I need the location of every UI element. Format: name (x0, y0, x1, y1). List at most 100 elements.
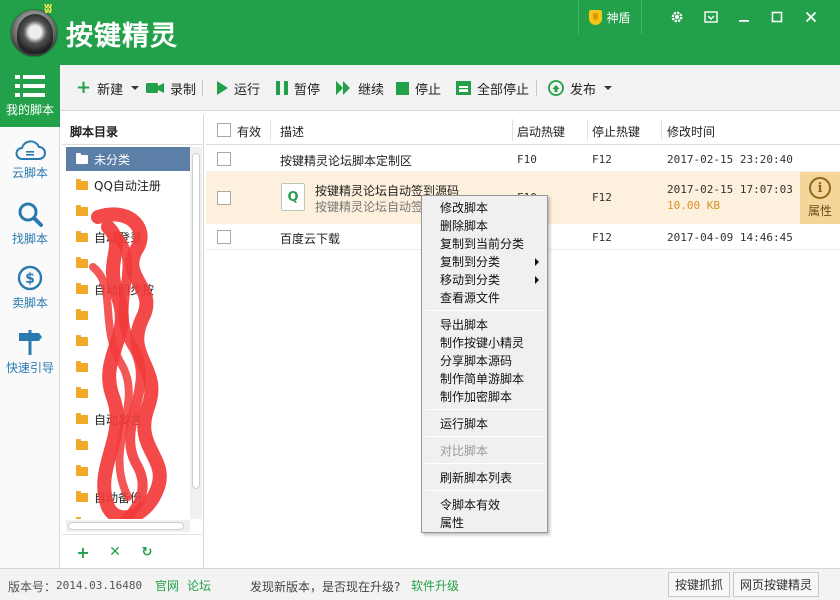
menu-item-make-encrypted[interactable]: 制作加密脚本 (424, 388, 545, 406)
stop-button[interactable]: 停止 (396, 77, 441, 99)
menu-item-run-script[interactable]: 运行脚本 (424, 415, 545, 433)
category-item[interactable]: 未分类 (66, 147, 192, 171)
key-capture-button[interactable]: 按键抓抓 (668, 572, 731, 597)
menu-icon[interactable] (694, 0, 727, 34)
maximize-icon[interactable] (760, 0, 793, 34)
menu-separator (425, 310, 544, 311)
category-item[interactable]: QQ自动注册 (66, 173, 192, 197)
delete-category-icon[interactable]: ✕ (106, 543, 124, 561)
category-item[interactable] (66, 459, 192, 483)
table-header: 有效 描述 启动热键 停止热键 修改时间 (206, 115, 840, 145)
forum-link[interactable]: 论坛 (187, 577, 211, 594)
column-header-start-hotkey[interactable]: 启动热键 (517, 123, 565, 140)
category-item[interactable] (66, 511, 192, 519)
category-item[interactable] (66, 329, 192, 353)
menu-item-refresh-list[interactable]: 刷新脚本列表 (424, 469, 545, 487)
menu-item-share-source[interactable]: 分享脚本源码 (424, 352, 545, 370)
category-item[interactable]: 自动登录 (66, 225, 192, 249)
menu-separator (425, 409, 544, 410)
minimize-icon[interactable] (727, 0, 760, 34)
plus-icon: + (76, 77, 92, 98)
nav-my-scripts[interactable]: 我的脚本 (0, 65, 60, 127)
resume-button[interactable]: 继续 (336, 77, 384, 99)
menu-separator (425, 490, 544, 491)
record-button[interactable]: 录制 (146, 77, 196, 99)
nav-find-scripts[interactable]: 找脚本 (0, 195, 60, 253)
version-number: 2014.03.16480 (56, 579, 143, 592)
menu-item-make-simple-game[interactable]: 制作简单游脚本 (424, 370, 545, 388)
column-header-description[interactable]: 描述 (280, 123, 304, 140)
row-checkbox[interactable] (217, 230, 231, 244)
folder-icon (76, 230, 88, 242)
category-item[interactable] (66, 355, 192, 379)
folder-icon (76, 256, 88, 268)
shield-label: 神盾 (606, 10, 631, 25)
stop-icon (396, 81, 409, 95)
nav-cloud-scripts[interactable]: 云脚本 (0, 131, 60, 189)
nav-quick-guide[interactable]: 快速引导 (0, 323, 60, 381)
column-header-valid[interactable]: 有效 (237, 123, 261, 140)
select-all-checkbox[interactable] (217, 123, 231, 137)
app-title: 按键精灵 (66, 21, 178, 52)
category-item[interactable] (66, 199, 192, 223)
column-header-modified-time[interactable]: 修改时间 (667, 123, 715, 140)
upgrade-link[interactable]: 软件升级 (411, 577, 459, 594)
menu-item-export-script[interactable]: 导出脚本 (424, 316, 545, 334)
pause-button[interactable]: 暂停 (276, 77, 320, 99)
tree-footer: + ✕ ↻ (62, 534, 204, 568)
gear-icon[interactable] (660, 0, 693, 34)
category-item[interactable] (66, 381, 192, 405)
official-site-link[interactable]: 官网 (155, 577, 179, 594)
search-icon (18, 202, 43, 227)
list-icon (15, 75, 45, 97)
category-item[interactable] (66, 251, 192, 275)
menu-item-make-valid[interactable]: 令脚本有效 (424, 496, 545, 514)
tree-vertical-scrollbar[interactable] (190, 147, 202, 519)
info-icon: i (809, 177, 831, 199)
script-directory-title: 脚本目录 (62, 115, 204, 145)
toolbar-divider (202, 80, 203, 96)
shield-button[interactable]: 神盾 (578, 0, 642, 34)
menu-item-edit-script[interactable]: 修改脚本 (424, 199, 545, 217)
folder-icon (76, 464, 88, 476)
menu-item-properties[interactable]: 属性 (424, 514, 545, 532)
version-label: 版本号： (8, 580, 57, 594)
run-button[interactable]: 运行 (216, 77, 260, 99)
add-category-icon[interactable]: + (74, 543, 92, 562)
close-icon[interactable] (794, 0, 827, 34)
folder-icon (76, 334, 88, 346)
row-checkbox[interactable] (217, 191, 231, 205)
title-bar: ʬ 按键精灵 神盾 (0, 0, 840, 65)
shield-icon (589, 9, 603, 25)
category-item[interactable] (66, 303, 192, 327)
folder-icon (76, 386, 88, 398)
menu-item-copy-to-current[interactable]: 复制到当前分类 (424, 235, 545, 253)
script-directory: 脚本目录 未分类 QQ自动注册 自动登录 自动同步按 自动发言 自动备份 + ✕… (62, 115, 204, 568)
web-keyboard-sprite-button[interactable]: 网页按键精灵 (733, 572, 820, 597)
menu-item-delete-script[interactable]: 删除脚本 (424, 217, 545, 235)
menu-item-make-mini[interactable]: 制作按键小精灵 (424, 334, 545, 352)
category-item[interactable] (66, 433, 192, 457)
category-item[interactable]: 自动同步按 (66, 277, 192, 301)
toolbar-divider (536, 80, 537, 96)
nav-sell-scripts[interactable]: $ 卖脚本 (0, 259, 60, 317)
publish-button[interactable]: 发布 (548, 77, 613, 99)
chevron-down-icon (604, 86, 613, 90)
menu-item-copy-to-category[interactable]: 复制到分类 (424, 253, 545, 271)
menu-separator (425, 436, 544, 437)
menu-item-move-to-category[interactable]: 移动到分类 (424, 271, 545, 289)
category-item[interactable]: 自动备份 (66, 485, 192, 509)
column-header-stop-hotkey[interactable]: 停止热键 (592, 123, 640, 140)
properties-button[interactable]: i 属性 (800, 172, 840, 224)
menu-item-view-source[interactable]: 查看源文件 (424, 289, 545, 307)
row-checkbox[interactable] (217, 152, 231, 166)
stop-all-button[interactable]: 全部停止 (456, 77, 529, 99)
refresh-icon[interactable]: ↻ (138, 543, 156, 561)
folder-icon (76, 516, 88, 519)
pause-icon (276, 81, 288, 95)
new-button[interactable]: + 新建 (76, 77, 140, 99)
category-item[interactable]: 自动发言 (66, 407, 192, 431)
nav-label: 找脚本 (11, 232, 48, 246)
tree-horizontal-scrollbar[interactable] (66, 520, 190, 532)
table-row[interactable]: 按键精灵论坛脚本定制区 F10 F12 2017-02-15 23:20:40 (206, 146, 840, 172)
